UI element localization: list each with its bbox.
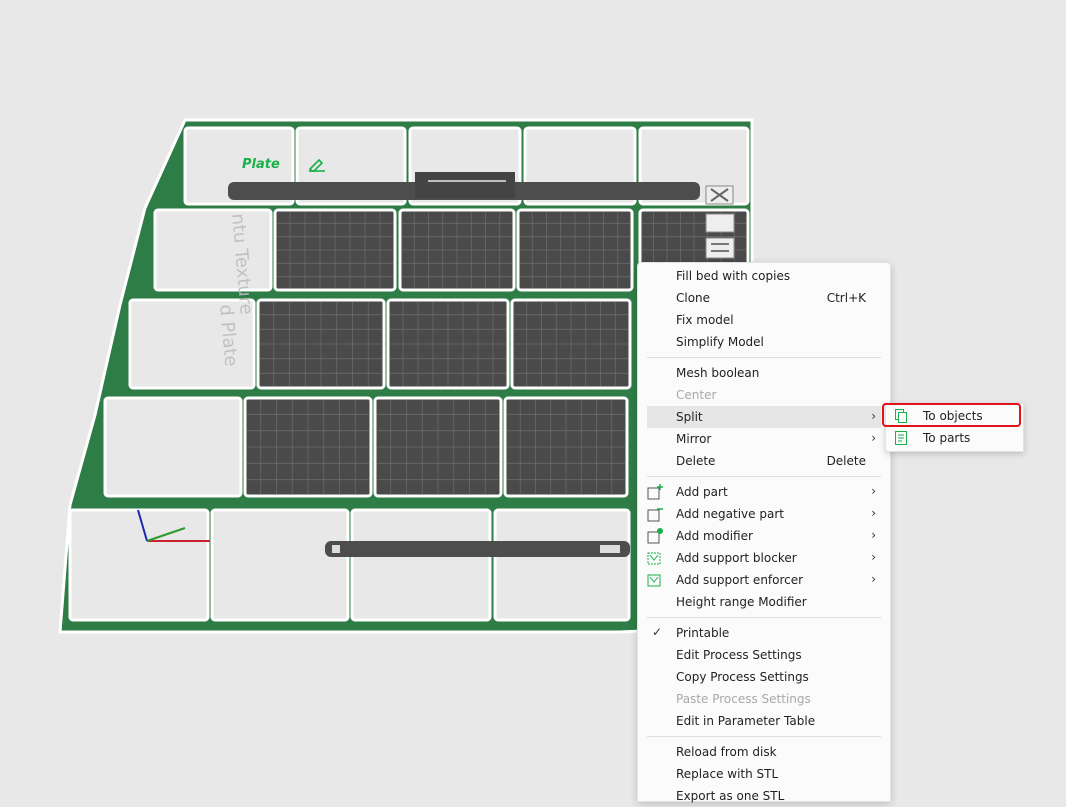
- plate-cell: [493, 508, 631, 622]
- menu-item-reload-from-disk[interactable]: Reload from disk: [638, 741, 890, 763]
- menu-item-add-negative-part[interactable]: Add negative part ›: [638, 503, 890, 525]
- build-plate-view: ntu Texture d Plate: [58, 118, 770, 634]
- add-modifier-icon: [647, 528, 663, 544]
- delete-shortcut: Delete: [826, 454, 866, 468]
- menu-item-mirror[interactable]: Mirror ›: [638, 428, 890, 450]
- object-context-menu: Fill bed with copies Clone Ctrl+K Fix mod…: [637, 262, 891, 803]
- plate-cell: [210, 508, 350, 622]
- chevron-right-icon: ›: [871, 506, 876, 520]
- plate-cell: [350, 508, 492, 622]
- menu-item-center: Center: [676, 388, 717, 402]
- chevron-right-icon: ›: [871, 550, 876, 564]
- checkmark-icon: ✓: [652, 625, 663, 639]
- menu-item-printable[interactable]: ✓ Printable: [638, 622, 890, 644]
- split-to-parts-icon: [895, 431, 907, 445]
- menu-separator: [647, 357, 881, 358]
- chevron-right-icon: ›: [871, 431, 876, 445]
- menu-item-split[interactable]: Split ›: [647, 406, 881, 428]
- back-plate-slot: [415, 172, 515, 198]
- chevron-right-icon: ›: [871, 484, 876, 498]
- to-objects-highlight-box: [882, 403, 1021, 427]
- support-blocker-icon: [647, 552, 661, 565]
- menu-item-simplify-model[interactable]: Simplify Model: [638, 331, 890, 353]
- 3d-viewport[interactable]: ntu Texture d Plate Plate: [0, 0, 1066, 800]
- plate-name-label: Plate: [242, 157, 280, 172]
- menu-item-replace-with-stl[interactable]: Replace with STL: [638, 763, 890, 785]
- menu-item-fix-model[interactable]: Fix model: [638, 309, 890, 331]
- chevron-right-icon: ›: [871, 528, 876, 542]
- menu-separator: [647, 476, 881, 477]
- edit-plate-name-icon[interactable]: [308, 156, 326, 172]
- menu-separator: [647, 736, 881, 737]
- menu-item-paste-process-settings: Paste Process Settings: [676, 692, 811, 706]
- menu-item-add-modifier[interactable]: Add modifier ›: [638, 525, 890, 547]
- menu-item-add-part[interactable]: Add part ›: [638, 481, 890, 503]
- submenu-item-to-parts[interactable]: To parts: [886, 427, 1023, 449]
- menu-item-height-range-modifier[interactable]: Height range Modifier: [638, 591, 890, 613]
- menu-item-delete[interactable]: Delete Delete: [638, 450, 890, 472]
- support-enforcer-icon: [647, 574, 661, 587]
- plate-cell: [68, 508, 210, 622]
- menu-item-edit-in-parameter-table[interactable]: Edit in Parameter Table: [638, 710, 890, 732]
- menu-item-add-support-blocker[interactable]: Add support blocker ›: [638, 547, 890, 569]
- menu-item-edit-process-settings[interactable]: Edit Process Settings: [638, 644, 890, 666]
- plate-cell: [103, 396, 243, 498]
- menu-item-add-support-enforcer[interactable]: Add support enforcer ›: [638, 569, 890, 591]
- menu-item-mesh-boolean[interactable]: Mesh boolean: [638, 362, 890, 384]
- plate-settings-icon: [705, 213, 735, 233]
- plate-layout-icon: [705, 237, 735, 259]
- menu-item-clone[interactable]: Clone Ctrl+K: [638, 287, 890, 309]
- plate-info-bar: [325, 541, 630, 557]
- menu-item-fill-bed[interactable]: Fill bed with copies: [638, 265, 890, 287]
- chevron-right-icon: ›: [871, 572, 876, 586]
- add-part-icon: [647, 484, 663, 500]
- menu-item-copy-process-settings[interactable]: Copy Process Settings: [638, 666, 890, 688]
- menu-separator: [647, 617, 881, 618]
- clone-shortcut: Ctrl+K: [826, 291, 866, 305]
- chevron-right-icon: ›: [871, 409, 876, 423]
- menu-item-export-as-one-stl[interactable]: Export as one STL: [638, 785, 890, 807]
- add-negative-part-icon: [647, 508, 663, 522]
